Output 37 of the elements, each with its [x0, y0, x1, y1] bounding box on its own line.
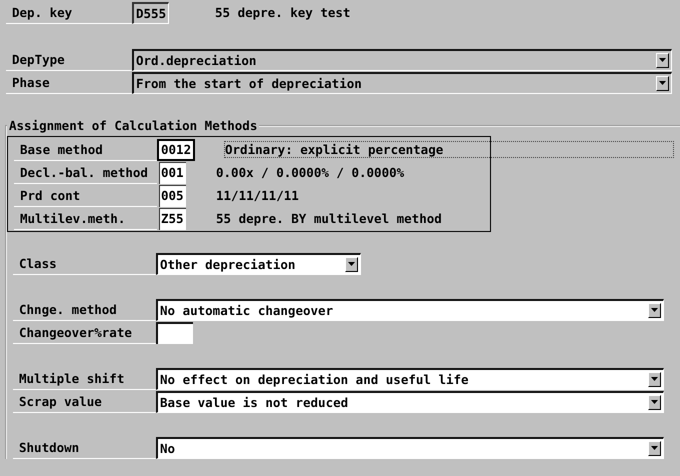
caret-icon: [651, 400, 658, 404]
field-label: Prd cont: [14, 184, 157, 206]
method-description: 11/11/11/11: [216, 188, 299, 203]
method-description: 55 depre. BY multilevel method: [216, 211, 442, 226]
dropdown-button[interactable]: [648, 440, 661, 456]
dropdown-field[interactable]: No automatic changeover: [156, 298, 664, 320]
method-description: 0.00x / 0.0000% / 0.0000%: [216, 165, 404, 180]
method-description: Ordinary: explicit percentage: [225, 142, 673, 157]
dropdown-button[interactable]: [648, 302, 661, 318]
code-field[interactable]: 005: [159, 184, 186, 206]
caret-icon: [348, 262, 355, 266]
caret-icon: [659, 81, 666, 85]
dropdown-field[interactable]: No effect on depreciation and useful life: [156, 368, 664, 390]
key-description: 55 depre. key test: [215, 5, 350, 20]
dropdown-button[interactable]: [648, 372, 661, 386]
dropdown-button[interactable]: [648, 394, 661, 410]
caret-icon: [651, 308, 658, 312]
code-field[interactable]: 001: [159, 162, 186, 184]
field-label: Dep. key: [6, 2, 132, 24]
key-field[interactable]: D555: [132, 2, 169, 24]
caret-icon: [651, 377, 658, 381]
field-label: Multilev.meth.: [14, 208, 157, 230]
dropdown-button[interactable]: [656, 76, 669, 90]
group-title: Assignment of Calculation Methods: [8, 118, 258, 133]
input-field[interactable]: [156, 322, 193, 344]
dropdown-field[interactable]: From the start of depreciation: [132, 72, 672, 94]
dropdown-field[interactable]: Base value is not reduced: [156, 390, 664, 412]
caret-icon: [659, 58, 666, 62]
dropdown-button[interactable]: [656, 52, 669, 68]
field-label: Decl.-bal. method: [14, 162, 157, 184]
code-field[interactable]: 0012: [157, 138, 195, 160]
code-field[interactable]: Z55: [159, 208, 186, 230]
dropdown-field[interactable]: No: [156, 436, 664, 458]
dropdown-field[interactable]: Other depreciation: [156, 252, 361, 274]
dropdown-field[interactable]: Ord.depreciation: [132, 48, 672, 70]
dropdown-button[interactable]: [345, 256, 358, 272]
caret-icon: [651, 446, 658, 450]
